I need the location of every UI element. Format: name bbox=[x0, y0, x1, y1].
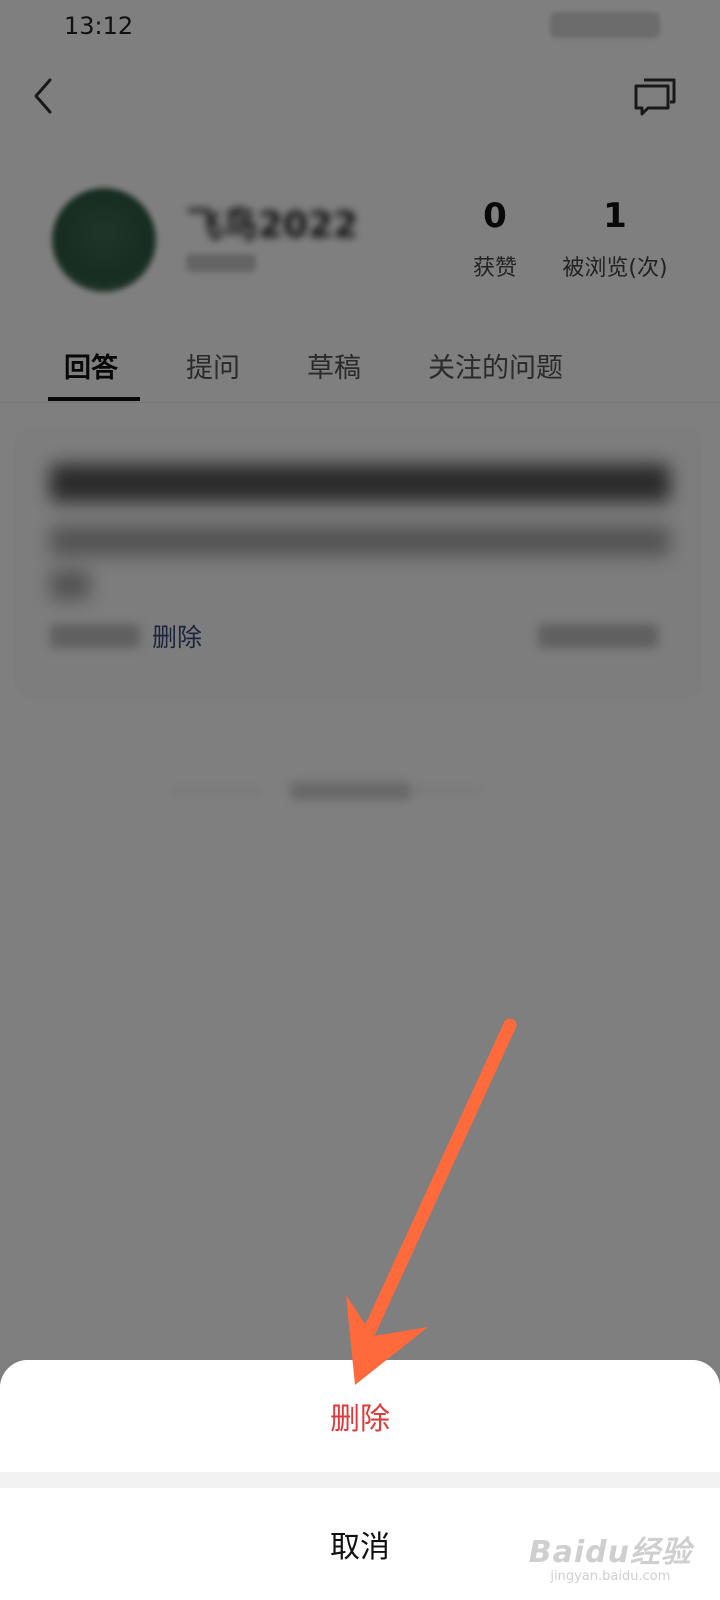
watermark-logo: Baidu经验 jingyan.baidu.com bbox=[529, 1527, 692, 1584]
watermark-logo-text: Baidu经验 bbox=[528, 1535, 692, 1570]
watermark-url: jingyan.baidu.com bbox=[550, 1569, 671, 1584]
profile-page: 13:12 飞鸟2022 0 获赞 1 被浏览(次) 回答 提问 草稿 关注的问… bbox=[0, 0, 720, 1600]
confirm-delete-button[interactable]: 删除 bbox=[0, 1360, 720, 1472]
